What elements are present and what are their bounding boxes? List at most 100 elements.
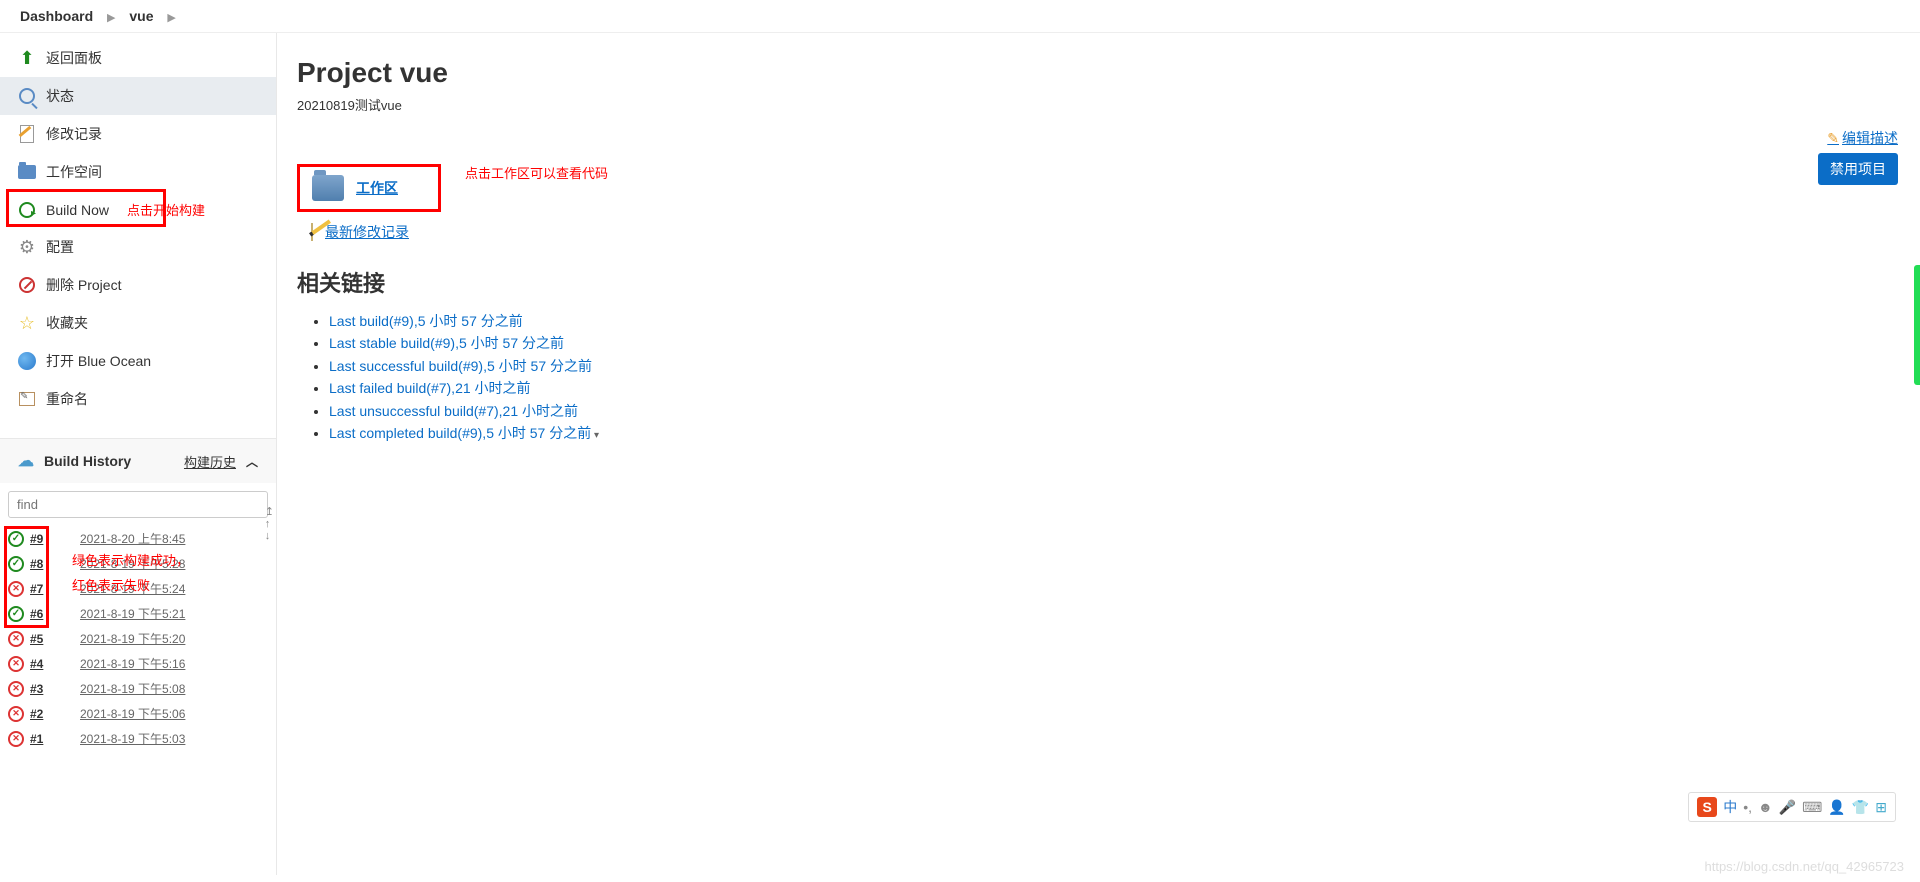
related-link[interactable]: Last successful build(#9),5 小时 57 分之前 xyxy=(329,358,592,374)
page-title: Project vue xyxy=(297,57,1900,89)
build-list: ↥↑↓ 绿色表示构建成功， 红色表示失败 #92021-8-20 上午8:45#… xyxy=(0,526,276,751)
build-row[interactable]: #1 2021-8-19 下午5:03 xyxy=(0,726,276,751)
related-link-item: Last unsuccessful build(#7),21 小时之前 xyxy=(329,400,1900,422)
build-time[interactable]: 2021-8-19 下午5:20 xyxy=(80,630,185,647)
related-links-list: Last build(#9),5 小时 57 分之前 Last stable bu… xyxy=(297,310,1900,444)
fail-icon xyxy=(8,681,24,697)
blue-ocean-icon xyxy=(18,352,36,370)
build-row[interactable]: #2 2021-8-19 下午5:06 xyxy=(0,701,276,726)
folder-icon xyxy=(18,163,36,181)
forbid-icon xyxy=(18,276,36,294)
recent-changes-link[interactable]: 最新修改记录 xyxy=(325,222,409,242)
ime-lang[interactable]: 中 xyxy=(1723,797,1737,817)
sidebar-item-label: 收藏夹 xyxy=(46,313,88,333)
build-time[interactable]: 2021-8-19 下午5:21 xyxy=(80,605,185,622)
build-history-header[interactable]: ☁ Build History 构建历史 ︿ xyxy=(0,438,276,483)
sogou-icon: S xyxy=(1697,797,1717,817)
recent-changes-row[interactable]: 最新修改记录 xyxy=(311,222,1900,242)
related-link-item: Last stable build(#9),5 小时 57 分之前 xyxy=(329,332,1900,354)
build-number[interactable]: #9 xyxy=(30,532,60,546)
ime-user-icon[interactable]: 👤 xyxy=(1828,799,1845,816)
sidebar-item-label: 修改记录 xyxy=(46,124,102,144)
ime-skin-icon[interactable]: 👕 xyxy=(1852,799,1869,816)
annotation-text: 点击工作区可以查看代码 xyxy=(465,164,608,185)
disable-project-button[interactable]: 禁用项目 xyxy=(1818,153,1898,185)
build-number[interactable]: #8 xyxy=(30,557,60,571)
sidebar-item-blue-ocean[interactable]: 打开 Blue Ocean xyxy=(0,342,276,380)
build-number[interactable]: #1 xyxy=(30,732,60,746)
sidebar-item-changes[interactable]: 修改记录 xyxy=(0,115,276,153)
ime-tools-icon[interactable]: ⊞ xyxy=(1875,799,1887,816)
document-edit-icon xyxy=(18,125,36,143)
related-link-item: Last failed build(#7),21 小时之前 xyxy=(329,377,1900,399)
build-history-trend[interactable]: 构建历史 xyxy=(184,452,236,471)
ime-keyboard-icon[interactable]: ⌨ xyxy=(1802,799,1822,816)
scroll-arrows-icon[interactable]: ↥↑↓ xyxy=(265,506,274,542)
build-time[interactable]: 2021-8-19 下午5:16 xyxy=(80,655,185,672)
related-link[interactable]: Last build(#9),5 小时 57 分之前 xyxy=(329,313,523,329)
build-number[interactable]: #7 xyxy=(30,582,60,596)
fail-icon xyxy=(8,631,24,647)
build-time[interactable]: 2021-8-19 下午5:08 xyxy=(80,680,185,697)
breadcrumb-project[interactable]: vue xyxy=(129,8,153,24)
sidebar-item-label: 状态 xyxy=(46,86,74,106)
build-number[interactable]: #3 xyxy=(30,682,60,696)
build-history-title: Build History xyxy=(44,453,131,469)
build-time[interactable]: 2021-8-19 下午5:28 xyxy=(80,555,185,572)
ime-toolbar[interactable]: S 中 •, ☻ 🎤 ⌨ 👤 👕 ⊞ xyxy=(1688,792,1896,822)
build-row[interactable]: #6 2021-8-19 下午5:21 xyxy=(0,601,276,626)
workspace-box[interactable]: 工作区 xyxy=(297,164,441,212)
ime-punct-icon[interactable]: •, xyxy=(1743,799,1752,815)
build-time[interactable]: 2021-8-19 下午5:03 xyxy=(80,730,185,747)
sidebar-item-back[interactable]: ⬆ 返回面板 xyxy=(0,39,276,77)
sidebar-item-label: 工作空间 xyxy=(46,162,102,182)
build-number[interactable]: #5 xyxy=(30,632,60,646)
related-link[interactable]: Last failed build(#7),21 小时之前 xyxy=(329,380,531,396)
related-link[interactable]: Last completed build(#9),5 小时 57 分之前 xyxy=(329,425,599,441)
cloud-icon: ☁ xyxy=(18,451,34,471)
build-number[interactable]: #4 xyxy=(30,657,60,671)
workspace-link[interactable]: 工作区 xyxy=(356,178,398,198)
sidebar-item-delete[interactable]: 删除 Project xyxy=(0,266,276,304)
build-time[interactable]: 2021-8-20 上午8:45 xyxy=(80,530,185,547)
build-number[interactable]: #2 xyxy=(30,707,60,721)
build-row[interactable]: #7 2021-8-19 下午5:24 xyxy=(0,576,276,601)
build-number[interactable]: #6 xyxy=(30,607,60,621)
build-time[interactable]: 2021-8-19 下午5:06 xyxy=(80,705,185,722)
sidebar-item-workspace[interactable]: 工作空间 xyxy=(0,153,276,191)
chevron-right-icon: ▶ xyxy=(107,12,115,24)
ime-emoji-icon[interactable]: ☻ xyxy=(1758,799,1773,815)
sidebar-item-label: 重命名 xyxy=(46,389,88,409)
related-link[interactable]: Last unsuccessful build(#7),21 小时之前 xyxy=(329,403,578,419)
sidebar-item-build-now[interactable]: Build Now 点击开始构建 xyxy=(0,191,276,228)
sidebar-item-favorite[interactable]: ☆ 收藏夹 xyxy=(0,304,276,342)
build-row[interactable]: #4 2021-8-19 下午5:16 xyxy=(0,651,276,676)
build-row[interactable]: #8 2021-8-19 下午5:28 xyxy=(0,551,276,576)
search-icon xyxy=(18,87,36,105)
sidebar-item-label: 返回面板 xyxy=(46,48,102,68)
ime-mic-icon[interactable]: 🎤 xyxy=(1779,799,1796,816)
build-row[interactable]: #5 2021-8-19 下午5:20 xyxy=(0,626,276,651)
edit-description-link[interactable]: ✎ 编辑描述 xyxy=(1827,128,1898,148)
fail-icon xyxy=(8,656,24,672)
build-row[interactable]: #9 2021-8-20 上午8:45 xyxy=(0,526,276,551)
sidebar-item-configure[interactable]: ⚙ 配置 xyxy=(0,228,276,266)
related-links-heading: 相关链接 xyxy=(297,266,1900,298)
edit-icon: ✎ xyxy=(1827,130,1839,147)
build-time[interactable]: 2021-8-19 下午5:24 xyxy=(80,580,185,597)
sidebar-item-rename[interactable]: 重命名 xyxy=(0,380,276,418)
build-row[interactable]: #3 2021-8-19 下午5:08 xyxy=(0,676,276,701)
related-link-item: Last build(#9),5 小时 57 分之前 xyxy=(329,310,1900,332)
folder-icon xyxy=(312,175,344,201)
watermark: https://blog.csdn.net/qq_42965723 xyxy=(1705,859,1905,874)
chevron-up-icon: ︿ xyxy=(246,453,258,470)
arrow-up-icon: ⬆ xyxy=(18,49,36,67)
build-history-find-input[interactable] xyxy=(8,491,268,518)
sidebar-item-status[interactable]: 状态 xyxy=(0,77,276,115)
related-link[interactable]: Last stable build(#9),5 小时 57 分之前 xyxy=(329,335,564,351)
annotation-text: 点击开始构建 xyxy=(127,200,205,219)
breadcrumb-dashboard[interactable]: Dashboard xyxy=(20,8,93,24)
fail-icon xyxy=(8,706,24,722)
page-scroll-indicator xyxy=(1914,265,1920,385)
related-link-item: Last successful build(#9),5 小时 57 分之前 xyxy=(329,355,1900,377)
